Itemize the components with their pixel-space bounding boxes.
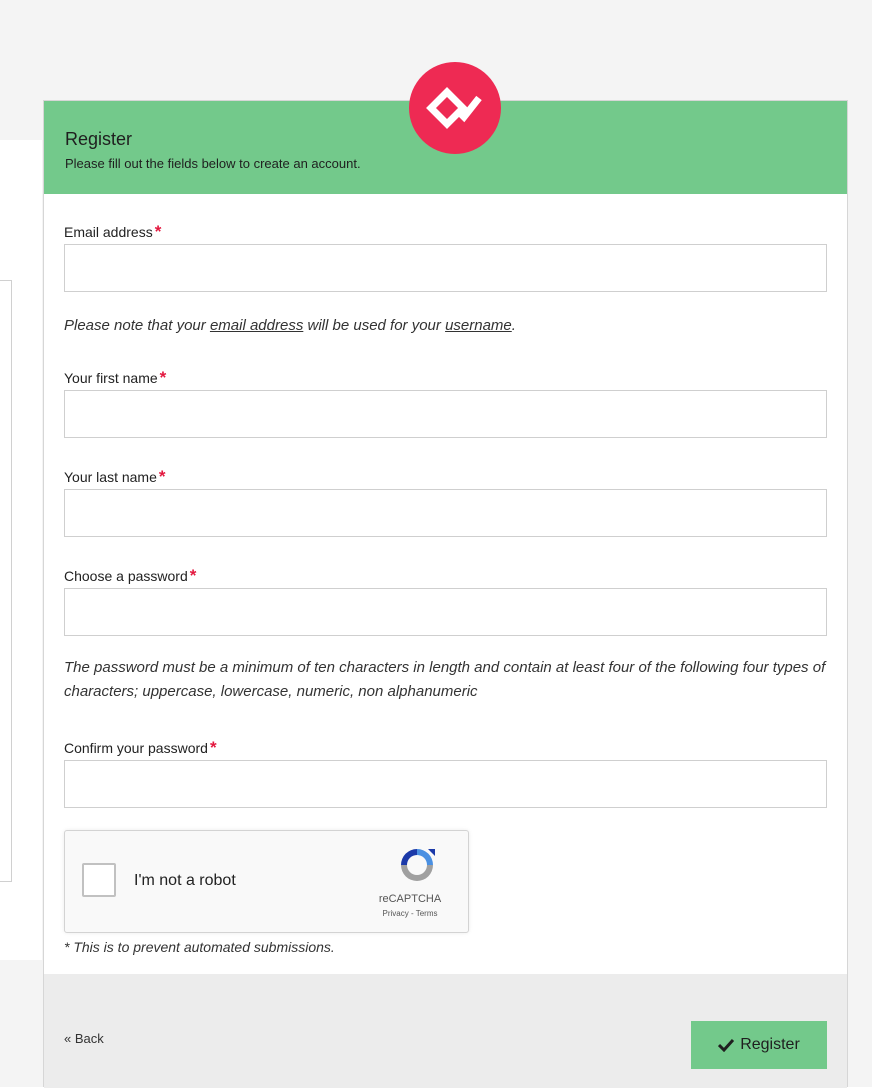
first-name-field[interactable] [64, 390, 827, 438]
email-address-link: email address [209, 317, 304, 334]
register-button[interactable]: Register [691, 1021, 827, 1069]
recaptcha-brand: reCAPTCHA [378, 893, 442, 905]
recaptcha-widget: I'm not a robot reCAPTCHA Privacy - Term… [64, 830, 469, 933]
email-note: Please note that your email address will… [64, 317, 516, 334]
card-footer: « Back Register [44, 974, 847, 1088]
recaptcha-label: I'm not a robot [134, 872, 236, 889]
confirm-password-field[interactable] [64, 760, 827, 808]
background-box [0, 280, 12, 882]
first-name-label: Your first name * [64, 368, 167, 387]
last-name-label: Your last name * [64, 467, 166, 486]
page-subtitle: Please fill out the fields below to crea… [65, 156, 361, 171]
email-label: Email address * [64, 222, 162, 241]
last-name-field[interactable] [64, 489, 827, 537]
email-field[interactable] [64, 244, 827, 292]
page-title: Register [65, 129, 133, 149]
username-link: username [445, 317, 512, 334]
password-label: Choose a password * [64, 566, 197, 585]
checkmark-icon [718, 1038, 735, 1052]
recaptcha-checkbox[interactable] [82, 863, 116, 897]
register-card: Register Please fill out the fields belo… [43, 62, 848, 1088]
captcha-note: * This is to prevent automated submissio… [64, 939, 335, 955]
confirm-password-label: Confirm your password * [64, 738, 217, 757]
brand-logo-icon [409, 62, 501, 154]
password-field[interactable] [64, 588, 827, 636]
recaptcha-logo-icon [401, 849, 435, 881]
back-link[interactable]: « Back [64, 1031, 104, 1046]
recaptcha-terms-link[interactable]: Privacy - Terms [365, 909, 455, 918]
register-button-label: Register [740, 1036, 800, 1053]
password-note: The password must be a minimum of ten ch… [64, 659, 826, 700]
